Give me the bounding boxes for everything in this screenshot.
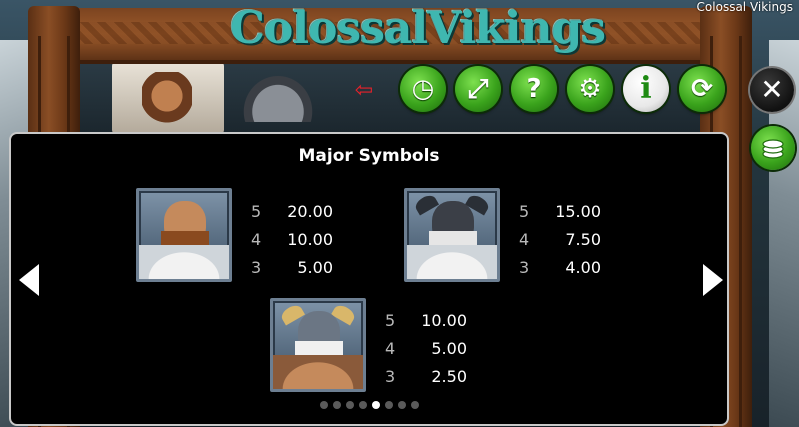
page-dot[interactable] — [384, 401, 393, 409]
paytable-panel: Major Symbols 5 20.00 4 10.00 3 5.00 5 1… — [9, 132, 729, 426]
reel-symbol-viking — [112, 62, 224, 134]
payout-value: 5.00 — [297, 258, 333, 277]
coins-icon — [762, 139, 784, 159]
close-button[interactable]: ✕ — [750, 68, 794, 112]
symbol-viking-masked-helmet — [404, 188, 500, 282]
payout-value: 7.50 — [565, 230, 601, 249]
window-title: Colossal Vikings — [696, 0, 793, 14]
pay-row: 4 5.00 — [385, 335, 467, 363]
help-button[interactable]: ? — [511, 66, 557, 112]
reel-symbol-helmet — [238, 70, 318, 122]
payout-value: 15.00 — [555, 202, 601, 221]
autoplay-icon: ⟳ — [691, 74, 713, 104]
payout-value: 10.00 — [421, 311, 467, 330]
page-dot[interactable] — [358, 401, 367, 409]
clock-icon: ◷ — [411, 74, 435, 104]
info-icon: i — [640, 71, 652, 106]
gear-icon: ⚙ — [578, 74, 602, 104]
symbol-viking-brown-beard — [136, 188, 232, 282]
question-icon: ? — [526, 74, 542, 104]
pay-row: 3 2.50 — [385, 363, 467, 391]
page-dot[interactable] — [397, 401, 406, 409]
paytable-title: Major Symbols — [298, 146, 440, 166]
match-count: 5 — [251, 202, 262, 221]
pay-row: 5 15.00 — [519, 198, 601, 226]
page-dot[interactable] — [332, 401, 341, 409]
match-count: 4 — [385, 339, 396, 358]
pay-row: 3 4.00 — [519, 254, 601, 282]
page-dot[interactable] — [345, 401, 354, 409]
fullscreen-button[interactable]: ⤢ — [455, 66, 501, 112]
pay-row: 4 7.50 — [519, 226, 601, 254]
match-count: 3 — [519, 258, 530, 277]
match-count: 3 — [251, 258, 262, 277]
payout-value: 20.00 — [287, 202, 333, 221]
pay-row: 5 20.00 — [251, 198, 333, 226]
payout-value: 5.00 — [431, 339, 467, 358]
exit-door-icon[interactable]: ⇦ — [350, 77, 378, 105]
match-count: 4 — [251, 230, 262, 249]
coins-button[interactable] — [751, 126, 795, 170]
match-count: 3 — [385, 367, 396, 386]
previous-page-arrow-icon[interactable] — [19, 264, 39, 296]
page-dot[interactable] — [410, 401, 419, 409]
info-button[interactable]: i — [623, 66, 669, 112]
page-indicator — [11, 401, 727, 409]
close-icon: ✕ — [760, 73, 784, 106]
payout-value: 2.50 — [431, 367, 467, 386]
symbol-viking-white-beard-horned — [270, 298, 366, 392]
payout-value: 10.00 — [287, 230, 333, 249]
page-dot[interactable] — [319, 401, 328, 409]
match-count: 5 — [385, 311, 396, 330]
pay-row: 4 10.00 — [251, 226, 333, 254]
history-button[interactable]: ◷ — [400, 66, 446, 112]
pay-row: 5 10.00 — [385, 307, 467, 335]
game-logo: ColossalVikings — [230, 3, 606, 54]
settings-button[interactable]: ⚙ — [567, 66, 613, 112]
match-count: 5 — [519, 202, 530, 221]
page-dot[interactable] — [371, 401, 380, 409]
match-count: 4 — [519, 230, 530, 249]
fullscreen-icon: ⤢ — [467, 74, 489, 104]
pay-row: 3 5.00 — [251, 254, 333, 282]
payout-value: 4.00 — [565, 258, 601, 277]
autoplay-button[interactable]: ⟳ — [679, 66, 725, 112]
next-page-arrow-icon[interactable] — [703, 264, 723, 296]
